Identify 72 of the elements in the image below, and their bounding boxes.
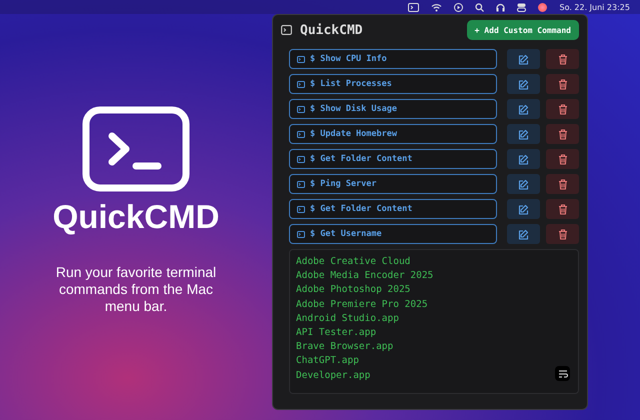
terminal-icon bbox=[297, 130, 305, 138]
wrap-text-button[interactable] bbox=[555, 366, 570, 381]
edit-button[interactable] bbox=[507, 74, 540, 94]
command-button[interactable]: $ Show CPU Info bbox=[289, 49, 498, 69]
delete-button[interactable] bbox=[546, 199, 579, 219]
command-button[interactable]: $ Show Disk Usage bbox=[289, 99, 498, 119]
output-line: Adobe Creative Cloud bbox=[296, 255, 410, 269]
trash-icon bbox=[558, 228, 568, 240]
delete-button[interactable] bbox=[546, 149, 579, 169]
wifi-icon[interactable] bbox=[431, 2, 442, 12]
trash-icon bbox=[558, 78, 568, 90]
output-line: Developer.app bbox=[296, 368, 370, 383]
delete-button[interactable] bbox=[546, 49, 579, 69]
trash-icon bbox=[558, 204, 568, 214]
delete-button[interactable] bbox=[546, 224, 579, 244]
headphones-icon[interactable] bbox=[496, 2, 506, 12]
terminal-icon[interactable] bbox=[408, 2, 420, 12]
trash-icon bbox=[558, 104, 568, 114]
terminal-icon bbox=[297, 56, 305, 62]
tagline: Run your favorite terminal commands from the Mac menu bar. bbox=[54, 264, 218, 315]
edit-icon bbox=[518, 54, 530, 64]
command-button[interactable]: $ Get Folder Content bbox=[289, 199, 498, 219]
trash-icon bbox=[558, 178, 568, 190]
toggle-icon[interactable] bbox=[517, 2, 526, 12]
terminal-icon bbox=[297, 206, 305, 212]
panel-title: QuickCMD bbox=[300, 22, 364, 38]
terminal-icon bbox=[297, 180, 305, 188]
terminal-icon bbox=[82, 106, 190, 192]
edit-button[interactable] bbox=[507, 149, 540, 169]
delete-button[interactable] bbox=[546, 99, 579, 119]
edit-icon bbox=[518, 178, 530, 190]
edit-icon bbox=[518, 228, 530, 240]
trash-icon bbox=[558, 54, 568, 64]
search-icon[interactable] bbox=[475, 2, 484, 12]
edit-button[interactable] bbox=[507, 124, 540, 144]
output-line: Brave Browser.app bbox=[296, 340, 394, 354]
trash-icon bbox=[558, 128, 568, 140]
edit-icon bbox=[518, 128, 530, 140]
output-line: Adobe Premiere Pro 2025 bbox=[296, 298, 428, 312]
add-command-button[interactable]: + Add Custom Command bbox=[466, 20, 579, 40]
wrap-icon bbox=[558, 370, 568, 378]
terminal-icon bbox=[297, 106, 305, 112]
command-button[interactable]: $ List Processes bbox=[289, 74, 498, 94]
delete-button[interactable] bbox=[546, 74, 579, 94]
command-button[interactable]: $ Get Folder Content bbox=[289, 149, 498, 169]
terminal-icon bbox=[281, 25, 292, 35]
play-icon[interactable] bbox=[454, 2, 464, 12]
output-line: Android Studio.app bbox=[296, 312, 399, 326]
edit-button[interactable] bbox=[507, 174, 540, 194]
edit-button[interactable] bbox=[507, 199, 540, 219]
output-line: ChatGPT.app bbox=[296, 354, 359, 368]
output-line: Adobe Photoshop 2025 bbox=[296, 283, 410, 298]
trash-icon bbox=[558, 154, 568, 164]
output-line: API Tester.app bbox=[296, 326, 376, 340]
delete-button[interactable] bbox=[546, 174, 579, 194]
edit-button[interactable] bbox=[507, 99, 540, 119]
command-button[interactable]: $ Update Homebrew bbox=[289, 124, 498, 144]
app-title: QuickCMD bbox=[52, 198, 220, 236]
command-button[interactable]: $ Ping Server bbox=[289, 174, 498, 194]
command-button[interactable]: $ Get Username bbox=[289, 224, 498, 244]
edit-button[interactable] bbox=[507, 224, 540, 244]
edit-icon bbox=[518, 78, 530, 90]
edit-icon bbox=[518, 104, 530, 114]
terminal-icon bbox=[297, 80, 305, 88]
delete-button[interactable] bbox=[546, 124, 579, 144]
output-line: Adobe Media Encoder 2025 bbox=[296, 269, 434, 284]
edit-button[interactable] bbox=[507, 49, 540, 69]
terminal-icon bbox=[297, 230, 305, 238]
terminal-icon bbox=[297, 156, 305, 162]
edit-icon bbox=[518, 154, 530, 164]
edit-icon bbox=[518, 204, 530, 214]
clock: So. 22. Juni 23:25 bbox=[559, 2, 630, 12]
